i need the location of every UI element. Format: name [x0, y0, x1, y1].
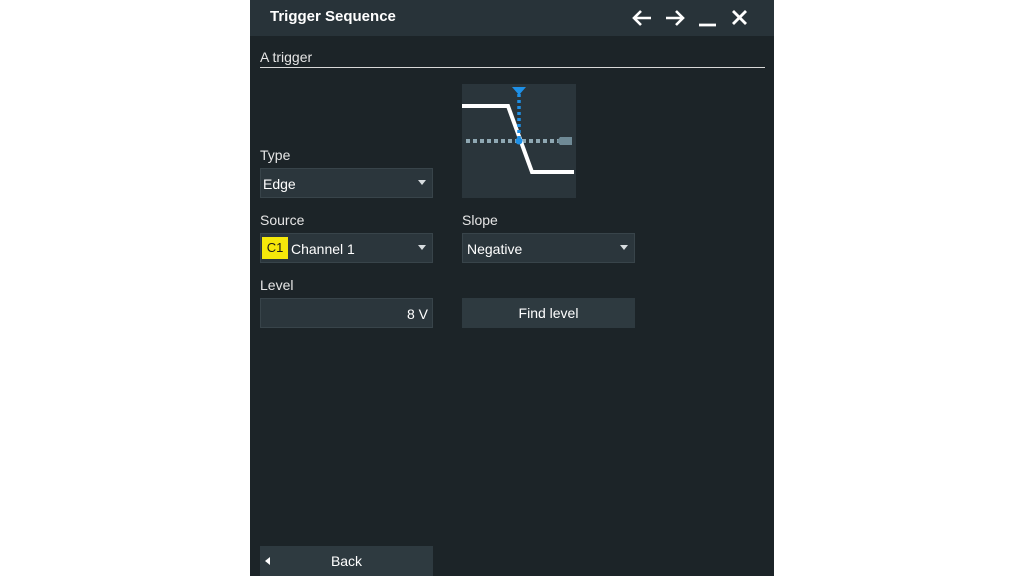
level-input[interactable]: 8 V — [260, 298, 433, 328]
slope-dropdown[interactable]: Negative — [462, 233, 635, 263]
triangle-left-icon — [265, 557, 270, 565]
type-dropdown[interactable]: Edge — [260, 168, 433, 198]
slope-value: Negative — [467, 241, 523, 257]
find-level-button[interactable]: Find level — [462, 298, 635, 328]
arrow-right-icon[interactable] — [662, 6, 688, 30]
slope-label: Slope — [462, 212, 498, 228]
trigger-sequence-dialog: Trigger Sequence A trigger Type Edge Sou… — [250, 0, 774, 576]
back-button-label: Back — [330, 553, 363, 569]
section-label-a-trigger: A trigger — [260, 49, 313, 65]
arrow-left-icon[interactable] — [630, 6, 656, 30]
section-divider — [260, 67, 765, 68]
source-label: Source — [260, 212, 305, 228]
level-label: Level — [260, 277, 294, 293]
title-bar: Trigger Sequence — [250, 0, 774, 36]
dialog-title: Trigger Sequence — [270, 8, 396, 25]
type-value: Edge — [263, 176, 296, 192]
chevron-down-icon — [418, 180, 426, 185]
channel-badge: C1 — [262, 237, 288, 259]
close-icon[interactable] — [727, 6, 753, 30]
chevron-down-icon — [620, 245, 628, 250]
source-value: Channel 1 — [291, 241, 355, 257]
level-value: 8 V — [406, 306, 428, 322]
back-button[interactable]: Back — [260, 546, 433, 576]
type-label: Type — [260, 147, 291, 163]
minimize-icon[interactable] — [695, 6, 721, 30]
trigger-preview — [462, 84, 576, 198]
source-dropdown[interactable]: C1 Channel 1 — [260, 233, 433, 263]
chevron-down-icon — [418, 245, 426, 250]
